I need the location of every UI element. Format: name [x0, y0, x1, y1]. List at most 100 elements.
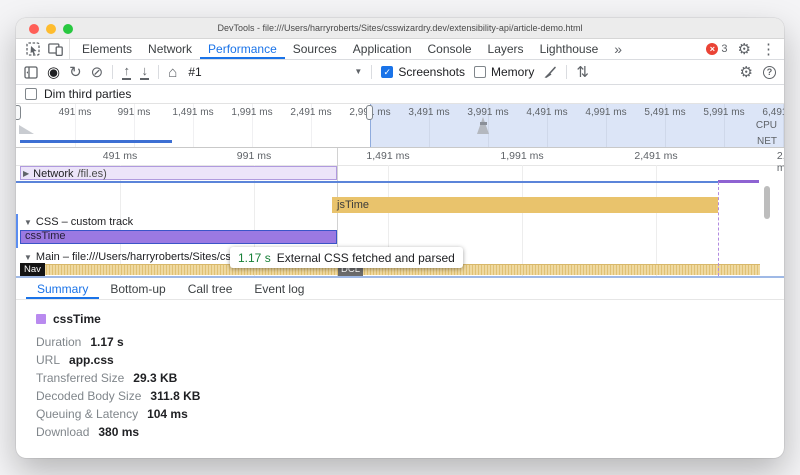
- tooltip-text: External CSS fetched and parsed: [277, 251, 455, 265]
- console-error-badge[interactable]: × 3: [706, 43, 727, 55]
- summary-row-value: 380 ms: [98, 426, 139, 438]
- network-bar-text: /fil.es): [78, 168, 107, 180]
- help-icon[interactable]: ?: [763, 66, 776, 79]
- summary-row: URLapp.css: [36, 354, 784, 366]
- toggle-sidebar-icon[interactable]: [24, 66, 38, 79]
- event-color-swatch: [36, 314, 46, 324]
- error-x-icon: ×: [706, 43, 718, 55]
- tab-network[interactable]: Network: [140, 39, 200, 59]
- home-icon[interactable]: ⌂: [168, 65, 177, 80]
- css-track-accent: [16, 214, 18, 248]
- tab-performance[interactable]: Performance: [200, 39, 285, 59]
- tab-elements[interactable]: Elements: [74, 39, 140, 59]
- css-track-header[interactable]: ▼ CSS – custom track: [24, 216, 133, 228]
- tabbar-left-icons: [22, 39, 70, 59]
- overview-tick-label: 991 ms: [118, 107, 151, 118]
- network-request-tail: [718, 180, 759, 183]
- overview-tick-label: 6,491 ms: [762, 107, 784, 118]
- cpu-activity-start: [19, 125, 34, 134]
- zoom-window-button[interactable]: [63, 24, 73, 34]
- overview-tick-label: 4,491 ms: [526, 107, 567, 118]
- memory-checkbox[interactable]: [474, 66, 486, 78]
- window-title: DevTools - file:///Users/harryroberts/Si…: [218, 23, 583, 33]
- details-tab-summary[interactable]: Summary: [26, 278, 99, 299]
- summary-row-label: Decoded Body Size: [36, 390, 141, 402]
- summary-row: Download 380 ms: [36, 426, 784, 438]
- panel-tabs: ElementsNetworkPerformanceSourcesApplica…: [74, 39, 606, 59]
- overview-tick-label: 5,991 ms: [703, 107, 744, 118]
- close-window-button[interactable]: [29, 24, 39, 34]
- summary-event-title: cssTime: [53, 312, 101, 326]
- network-track-baseline: [16, 181, 718, 183]
- summary-row-value: 104 ms: [147, 408, 188, 420]
- flame-tick-label: 1,491 ms: [366, 150, 409, 162]
- screenshots-checkbox[interactable]: ✓: [381, 66, 393, 78]
- tab-sources[interactable]: Sources: [285, 39, 345, 59]
- csstime-event-bar-selected[interactable]: cssTime: [20, 230, 337, 244]
- cpu-activity-spike: [477, 117, 489, 134]
- dim-third-parties-row: Dim third parties: [16, 85, 784, 104]
- details-tab-call-tree[interactable]: Call tree: [177, 278, 244, 299]
- expanded-triangle-icon: ▼: [24, 216, 32, 228]
- history-dropdown[interactable]: #1 ▼: [186, 65, 362, 79]
- summary-row-value: 311.8 KB: [150, 390, 200, 402]
- tab-lighthouse[interactable]: Lighthouse: [532, 39, 607, 59]
- timeline-overview[interactable]: 491 ms991 ms1,491 ms1,991 ms2,491 ms2,99…: [16, 104, 784, 148]
- overview-tick-label: 5,491 ms: [644, 107, 685, 118]
- summary-row-label: Transferred Size: [36, 372, 124, 384]
- toggle-device-toolbar-icon[interactable]: [48, 43, 63, 56]
- expanded-triangle-icon: ▼: [24, 251, 32, 263]
- network-track-label: Network: [33, 168, 73, 180]
- dim-third-parties-checkbox[interactable]: [25, 88, 37, 100]
- summary-panel: cssTime Duration1.17 s URLapp.css Transfer…: [16, 300, 784, 438]
- isolate-updown-icon[interactable]: ⇅: [576, 65, 589, 80]
- details-tab-event-log[interactable]: Event log: [243, 278, 315, 299]
- summary-row-label: Queuing & Latency: [36, 408, 138, 420]
- minimize-window-button[interactable]: [46, 24, 56, 34]
- details-tab-bottom-up[interactable]: Bottom-up: [99, 278, 176, 299]
- window-titlebar[interactable]: DevTools - file:///Users/harryroberts/Si…: [16, 18, 784, 39]
- save-profile-icon[interactable]: ↓: [140, 64, 149, 80]
- toolbar-separator: [158, 65, 159, 79]
- summary-row: Queuing & Latency 104 ms: [36, 408, 784, 420]
- jstime-event-bar[interactable]: jsTime: [332, 197, 718, 213]
- history-selected-value: #1: [188, 65, 201, 79]
- tooltip-duration: 1.17 s: [238, 251, 271, 265]
- dcl-marker-line: [718, 182, 719, 276]
- summary-row-label: Download: [36, 426, 89, 438]
- event-tooltip: 1.17 s External CSS fetched and parsed: [230, 247, 463, 268]
- flame-chart[interactable]: 491 ms991 ms1,491 ms1,991 ms2,491 ms2,99…: [16, 148, 784, 278]
- summary-row-value: 29.3 KB: [133, 372, 177, 384]
- devtools-window: DevTools - file:///Users/harryroberts/Si…: [16, 18, 784, 458]
- net-label: NET: [757, 136, 777, 147]
- more-tabs-button[interactable]: »: [606, 39, 630, 59]
- flame-tick-label: 2,991 ms: [777, 150, 784, 174]
- overview-tick-label: 1,991 ms: [231, 107, 272, 118]
- flame-tick-label: 1,991 ms: [500, 150, 543, 162]
- clear-icon[interactable]: ⊘: [91, 65, 104, 80]
- summary-row-value: app.css: [69, 354, 114, 366]
- kebab-menu-icon[interactable]: ⋮: [761, 42, 776, 57]
- tab-console[interactable]: Console: [420, 39, 480, 59]
- toolbar-separator: [112, 65, 113, 79]
- summary-row: Duration1.17 s: [36, 336, 784, 348]
- network-track-header[interactable]: ▶ Network /fil.es): [23, 168, 107, 180]
- devtools-tabbar: ElementsNetworkPerformanceSourcesApplica…: [16, 39, 784, 60]
- tab-layers[interactable]: Layers: [480, 39, 532, 59]
- reload-and-record-icon[interactable]: ↻: [69, 65, 82, 80]
- nav-marker-badge[interactable]: Nav: [20, 263, 45, 276]
- summary-row-value: 1.17 s: [90, 336, 123, 348]
- tab-application[interactable]: Application: [345, 39, 420, 59]
- selection-right-handle[interactable]: [366, 105, 373, 120]
- capture-settings-gear-icon[interactable]: ⚙: [740, 65, 753, 80]
- overview-tick-label: 491 ms: [59, 107, 92, 118]
- load-profile-icon[interactable]: ↑: [122, 64, 131, 80]
- toolbar-separator: [566, 65, 567, 79]
- inspect-element-icon[interactable]: [26, 42, 40, 56]
- summary-row: Decoded Body Size 311.8 KB: [36, 390, 784, 402]
- settings-gear-icon[interactable]: ⚙: [738, 42, 751, 57]
- collect-garbage-icon[interactable]: [543, 65, 557, 79]
- flame-scrollbar-thumb[interactable]: [764, 186, 770, 219]
- selection-left-handle[interactable]: [16, 105, 21, 120]
- record-icon[interactable]: ◉: [47, 65, 60, 80]
